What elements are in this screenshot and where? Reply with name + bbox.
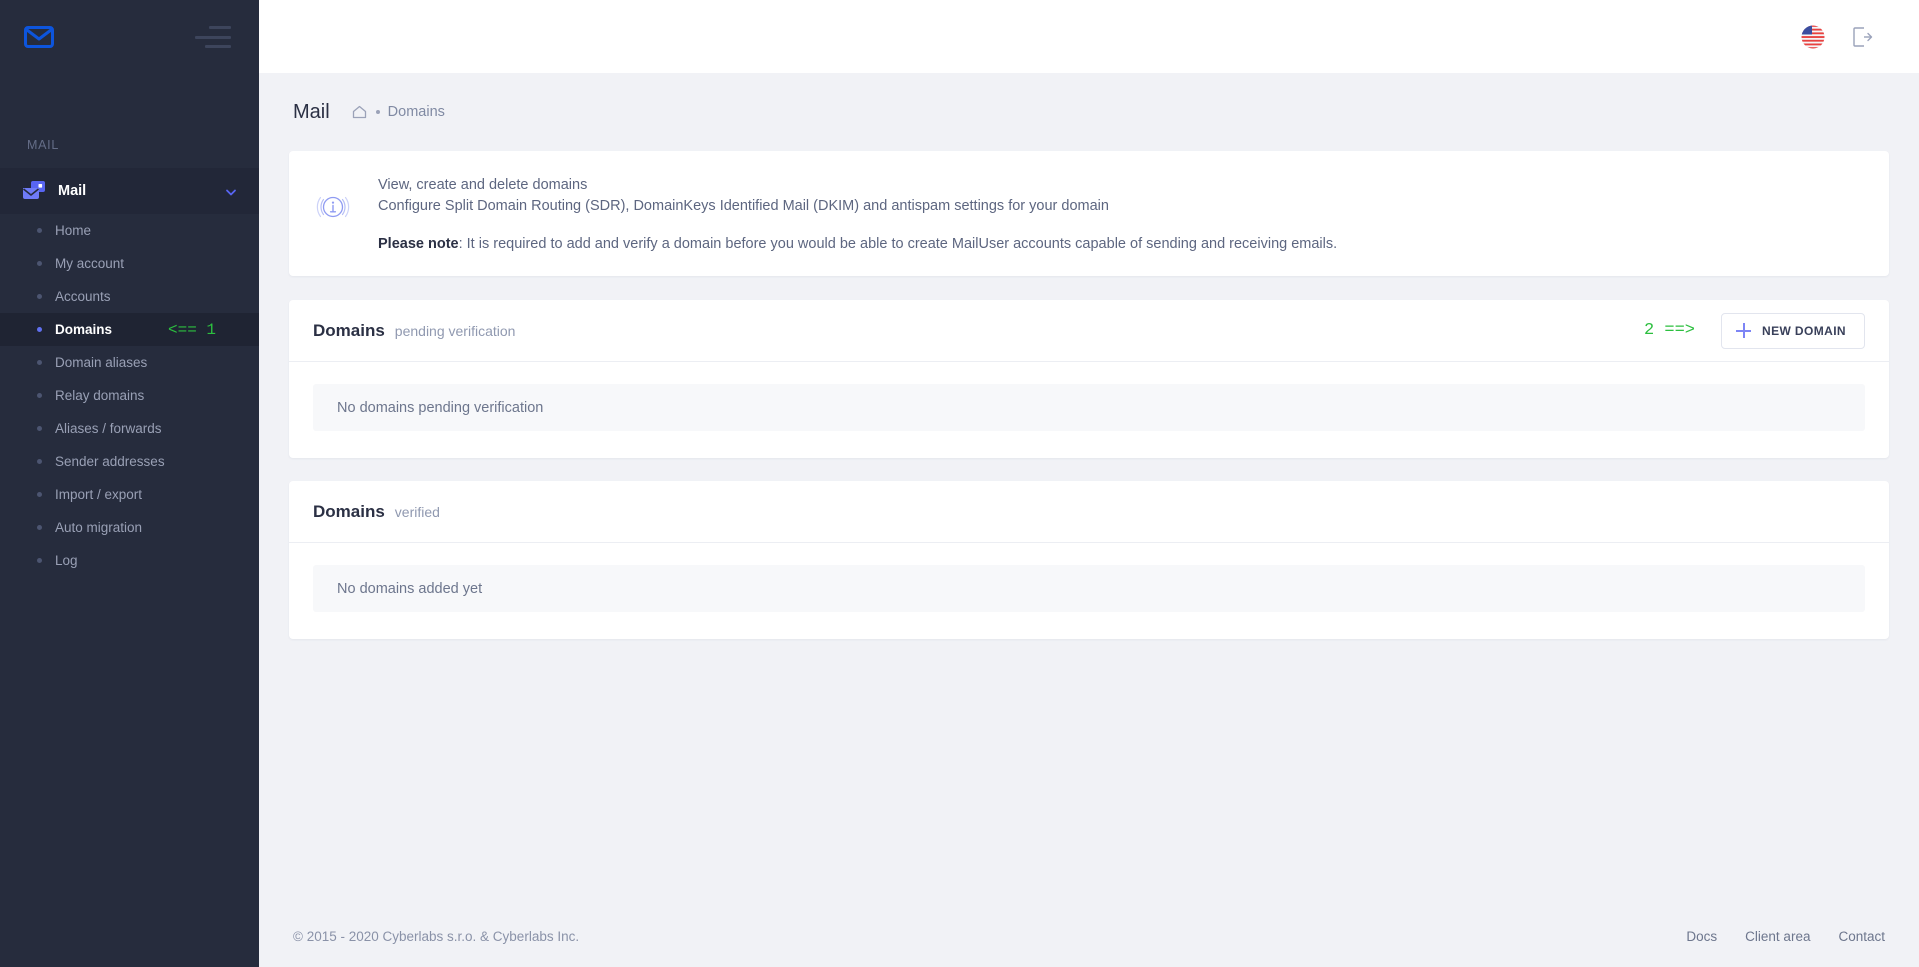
info-banner-note: Please note: It is required to add and v… — [378, 236, 1337, 252]
sidebar-item-home[interactable]: Home — [0, 214, 259, 247]
new-domain-button[interactable]: NEW DOMAIN — [1721, 312, 1865, 349]
hamburger-icon[interactable] — [195, 26, 231, 48]
sidebar-item-my-account[interactable]: My account — [0, 247, 259, 280]
sidebar-item-aliases-forwards[interactable]: Aliases / forwards — [0, 412, 259, 445]
info-icon — [315, 189, 351, 225]
domains-verified-header: Domains verified — [289, 481, 1889, 544]
sidebar-item-label: My account — [55, 256, 125, 271]
domains-pending-title: Domains — [313, 320, 385, 340]
info-banner: View, create and delete domains Configur… — [289, 151, 1889, 277]
bullet-icon — [37, 558, 42, 563]
logout-icon[interactable] — [1851, 26, 1873, 48]
main-area: Mail Domains View, create and delete dom… — [259, 0, 1919, 967]
sidebar-item-label: Aliases / forwards — [55, 421, 162, 436]
sidebar-nav-list: Home My account Accounts Domains <== 1 Domain… — [0, 214, 259, 577]
content-area: Mail Domains View, create and delete dom… — [259, 73, 1919, 905]
domains-pending-actions: 2 ==> NEW DOMAIN — [1643, 312, 1865, 349]
page-title: Mail — [293, 100, 330, 123]
bullet-icon — [37, 360, 42, 365]
copyright-text: © 2015 - 2020 Cyberlabs s.r.o. & Cyberla… — [293, 928, 580, 944]
domains-verified-subtitle: verified — [394, 503, 440, 520]
bullet-icon — [37, 525, 42, 530]
footer-link-client-area[interactable]: Client area — [1745, 929, 1810, 944]
hamburger-line — [195, 35, 231, 39]
sidebar-item-domain-aliases[interactable]: Domain aliases — [0, 346, 259, 379]
home-icon[interactable] — [352, 105, 367, 119]
sidebar-item-sender-addresses[interactable]: Sender addresses — [0, 445, 259, 478]
new-domain-button-label: NEW DOMAIN — [1762, 323, 1846, 338]
app-root: MAIL Mail Home My account Accounts Domains <… — [0, 0, 1919, 967]
annotation-1: <== 1 — [168, 320, 217, 339]
footer-links: Docs Client area Contact — [1686, 929, 1885, 944]
domains-pending-subtitle: pending verification — [394, 322, 516, 339]
info-banner-line-2: Configure Split Domain Routing (SDR), Do… — [378, 197, 1109, 214]
info-banner-line-1: View, create and delete domains — [378, 177, 588, 193]
domains-pending-body: No domains pending verification — [289, 362, 1889, 458]
bullet-icon — [37, 426, 42, 431]
info-banner-note-label: Please note — [378, 236, 459, 253]
domains-pending-empty-text: No domains pending verification — [337, 399, 544, 416]
domains-pending-header: Domains pending verification 2 ==> NEW D… — [289, 300, 1889, 363]
sidebar-section-label: MAIL — [27, 138, 59, 152]
topbar — [259, 0, 1919, 73]
bullet-icon — [37, 492, 42, 497]
info-banner-note-text: : It is required to add and verify a dom… — [458, 236, 1338, 253]
bullet-icon — [37, 393, 42, 398]
us-flag-icon[interactable] — [1801, 25, 1825, 49]
sidebar-item-import-export[interactable]: Import / export — [0, 478, 259, 511]
hamburger-line — [209, 26, 231, 29]
hamburger-line — [205, 45, 231, 48]
sidebar-item-label: Accounts — [55, 289, 111, 304]
sidebar-header — [0, 0, 259, 74]
sidebar-item-label: Home — [55, 223, 92, 238]
footer-link-contact[interactable]: Contact — [1838, 929, 1885, 944]
bullet-icon — [37, 294, 42, 299]
breadcrumb: Mail Domains — [289, 73, 1889, 151]
sidebar-item-label: Import / export — [55, 487, 143, 502]
domains-verified-body: No domains added yet — [289, 543, 1889, 639]
plus-icon — [1736, 323, 1751, 339]
chevron-down-icon[interactable] — [225, 185, 237, 197]
domains-verified-empty-text: No domains added yet — [337, 580, 483, 597]
domains-pending-card: Domains pending verification 2 ==> NEW D… — [289, 300, 1889, 459]
info-banner-body: View, create and delete domains Configur… — [378, 173, 1337, 252]
sidebar-item-accounts[interactable]: Accounts — [0, 280, 259, 313]
sidebar-group-mail[interactable]: Mail — [0, 168, 259, 214]
domains-verified-title: Domains — [313, 501, 385, 521]
breadcrumb-current[interactable]: Domains — [388, 104, 445, 120]
bullet-icon — [37, 261, 42, 266]
sidebar: MAIL Mail Home My account Accounts Domains <… — [0, 0, 259, 967]
sidebar-item-label: Log — [55, 553, 78, 568]
envelope-icon[interactable] — [24, 25, 54, 49]
domains-verified-empty: No domains added yet — [313, 565, 1865, 613]
sidebar-item-label: Relay domains — [55, 388, 145, 403]
annotation-2: 2 ==> — [1643, 321, 1695, 341]
sidebar-item-label: Domain aliases — [55, 355, 148, 370]
sidebar-item-label: Auto migration — [55, 520, 143, 535]
sidebar-item-domains[interactable]: Domains <== 1 — [0, 313, 259, 346]
sidebar-item-auto-migration[interactable]: Auto migration — [0, 511, 259, 544]
domains-verified-card: Domains verified No domains added yet — [289, 481, 1889, 640]
breadcrumb-separator — [375, 110, 380, 114]
sidebar-item-relay-domains[interactable]: Relay domains — [0, 379, 259, 412]
bullet-icon — [37, 459, 42, 464]
mail-stack-icon — [22, 180, 46, 202]
sidebar-item-label: Sender addresses — [55, 454, 165, 469]
bullet-icon — [37, 228, 42, 233]
bullet-icon — [37, 327, 42, 332]
footer-link-docs[interactable]: Docs — [1686, 929, 1717, 944]
sidebar-item-log[interactable]: Log — [0, 544, 259, 577]
sidebar-group-label: Mail — [58, 183, 87, 199]
sidebar-item-label: Domains — [55, 322, 113, 337]
footer: © 2015 - 2020 Cyberlabs s.r.o. & Cyberla… — [259, 905, 1919, 967]
domains-pending-empty: No domains pending verification — [313, 384, 1865, 432]
